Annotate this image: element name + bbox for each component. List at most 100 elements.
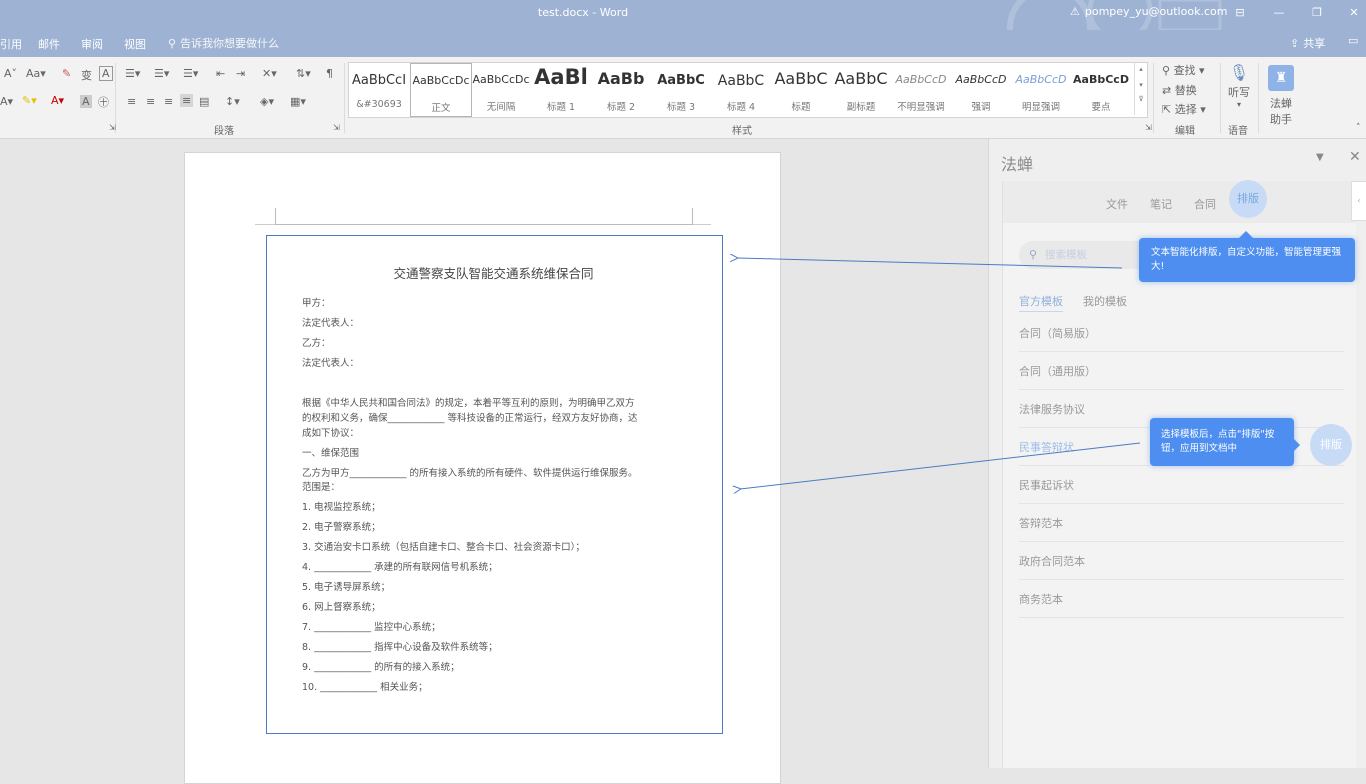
- ribbon: A˅ Aa▾ ✎ 变 A A▾ ✎▾ A▾ A ㊉ ☰▾ ☰▾ ☰▾ ⇤ ⇥ ✕…: [0, 57, 1366, 139]
- line-spacing-icon[interactable]: ↕▾: [225, 95, 240, 108]
- align-center-icon[interactable]: ≡: [146, 95, 155, 108]
- font-dialog-launcher-icon[interactable]: ⇲: [109, 123, 116, 132]
- collapse-ribbon-icon[interactable]: ˄: [1356, 123, 1361, 133]
- style-name: 标题 1: [546, 102, 576, 113]
- document-area[interactable]: 交通警察支队智能交通系统维保合同 甲方： 法定代表人： 乙方： 法定代表人： 根…: [0, 139, 988, 784]
- styles-dialog-launcher-icon[interactable]: ⇲: [1145, 123, 1152, 132]
- phonetic-guide-icon[interactable]: 变: [81, 67, 92, 83]
- borders-icon[interactable]: ▦▾: [290, 95, 306, 108]
- style-item[interactable]: AaBbCcD 不明显强调: [891, 63, 951, 115]
- styles-gallery[interactable]: AaBbCcI &#30693 AaBbCcDc 正文 AaBbCcDc 无间隔…: [348, 62, 1148, 118]
- ribbon-display-options-icon[interactable]: ⊟: [1229, 4, 1251, 22]
- align-right-icon[interactable]: ≡: [164, 95, 173, 108]
- clear-formatting-icon[interactable]: ✎: [62, 67, 71, 80]
- dictate-button[interactable]: 🎙 听写 ▾: [1226, 63, 1252, 109]
- replace-button[interactable]: ⇄ 替换: [1162, 82, 1197, 98]
- justify-icon[interactable]: ≡: [180, 94, 194, 107]
- apply-layout-button[interactable]: 排版: [1310, 424, 1352, 466]
- paragraph-dialog-launcher-icon[interactable]: ⇲: [333, 123, 340, 132]
- style-item[interactable]: AaBbCcDc 无间隔: [471, 63, 531, 115]
- pane-nav-layout[interactable]: 排版: [1229, 180, 1267, 218]
- shrink-font-icon[interactable]: A˅: [4, 67, 17, 80]
- enclose-characters-icon[interactable]: ㊉: [98, 94, 109, 110]
- chinese-layout-icon[interactable]: ✕▾: [262, 67, 277, 80]
- style-name: 标题: [791, 102, 811, 113]
- align-left-icon[interactable]: ≡: [127, 95, 136, 108]
- tab-official-templates[interactable]: 官方模板: [1019, 293, 1063, 312]
- paragraph-group-label: 段落: [214, 126, 234, 137]
- style-item[interactable]: AaBb 标题 2: [591, 63, 651, 115]
- document-page[interactable]: 交通警察支队智能交通系统维保合同 甲方： 法定代表人： 乙方： 法定代表人： 根…: [184, 152, 781, 784]
- tab-review[interactable]: 审阅: [81, 36, 103, 52]
- change-case-button[interactable]: Aa▾: [26, 67, 46, 80]
- voice-group-label: 语音: [1228, 126, 1248, 137]
- numbering-icon[interactable]: ☰▾: [154, 67, 169, 80]
- style-sample: AaBbCcDc: [472, 73, 530, 86]
- highlight-icon[interactable]: ✎▾: [22, 94, 37, 107]
- template-item[interactable]: 合同（简易版）: [1019, 325, 1344, 352]
- template-item[interactable]: 合同（通用版）: [1019, 363, 1344, 390]
- increase-indent-icon[interactable]: ⇥: [236, 67, 245, 80]
- style-item[interactable]: AaBbCcI &#30693: [349, 63, 409, 115]
- pane-options-icon[interactable]: ▼: [1316, 152, 1324, 163]
- decrease-indent-icon[interactable]: ⇤: [216, 67, 225, 80]
- styles-group-label: 样式: [732, 126, 752, 137]
- template-item[interactable]: 答辩范本: [1019, 515, 1344, 542]
- style-name: 不明显强调: [897, 102, 945, 113]
- fachan-assistant-button[interactable]: ♜ 法蝉 助手: [1264, 65, 1298, 127]
- tab-mailings[interactable]: 邮件: [38, 36, 60, 52]
- shading-icon[interactable]: ◈▾: [260, 95, 274, 108]
- tab-references[interactable]: 引用: [0, 36, 22, 52]
- template-item[interactable]: 商务范本: [1019, 591, 1344, 618]
- share-icon: ⇪: [1290, 36, 1300, 50]
- comment-icon[interactable]: ▭: [1348, 34, 1358, 47]
- template-item[interactable]: 民事起诉状: [1019, 477, 1344, 504]
- header-region[interactable]: [275, 208, 693, 225]
- style-item[interactable]: AaBbC 标题 3: [651, 63, 711, 115]
- restore-button[interactable]: ❐: [1306, 4, 1328, 22]
- style-sample: AaBbC: [717, 73, 765, 89]
- style-item[interactable]: AaBbCcD 强调: [951, 63, 1011, 115]
- account-area[interactable]: ⚠ pompey_yu@outlook.com: [1070, 5, 1227, 18]
- style-item[interactable]: AaBbCcD 明显强调: [1011, 63, 1071, 115]
- doc-line: 法定代表人：: [302, 318, 360, 329]
- style-item[interactable]: AaBbCcD 要点: [1071, 63, 1131, 115]
- character-shading-icon[interactable]: A: [80, 95, 92, 108]
- pane-nav-file[interactable]: 文件: [1106, 196, 1128, 212]
- style-name: 强调: [971, 102, 991, 113]
- template-item[interactable]: 政府合同范本: [1019, 553, 1344, 580]
- style-item[interactable]: AaBbC 副标题: [831, 63, 891, 115]
- callout-arrow: [1239, 231, 1253, 238]
- multilevel-list-icon[interactable]: ☰▾: [183, 67, 198, 80]
- pane-nav-contract[interactable]: 合同: [1194, 196, 1216, 212]
- show-marks-icon[interactable]: ¶: [326, 67, 333, 80]
- doc-line: 6. 网上督察系统；: [302, 602, 381, 613]
- styles-scroller[interactable]: ▴ ▾ ⊽: [1134, 63, 1147, 115]
- style-item[interactable]: AaBl 标题 1: [531, 63, 591, 115]
- character-border-icon[interactable]: A: [99, 66, 113, 81]
- cursor-icon: ⇱: [1162, 103, 1172, 116]
- share-button[interactable]: ⇪ 共享: [1290, 35, 1325, 51]
- font-color-button[interactable]: A▾: [51, 94, 64, 107]
- sort-icon[interactable]: ⇅▾: [296, 67, 311, 80]
- find-button[interactable]: ⚲ 查找 ▾: [1162, 62, 1205, 78]
- close-icon[interactable]: ✕: [1349, 149, 1361, 165]
- scroll-up-icon[interactable]: ▴: [1135, 65, 1147, 73]
- more-styles-icon[interactable]: ⊽: [1135, 95, 1147, 103]
- pane-nav-notes[interactable]: 笔记: [1150, 196, 1172, 212]
- tab-view[interactable]: 视图: [124, 36, 146, 52]
- style-item[interactable]: AaBbC 标题 4: [711, 63, 771, 115]
- scroll-down-icon[interactable]: ▾: [1135, 81, 1147, 89]
- select-button[interactable]: ⇱ 选择 ▾: [1162, 101, 1206, 117]
- document-title: 交通警察支队智能交通系统维保合同: [393, 266, 594, 281]
- tab-my-templates[interactable]: 我的模板: [1083, 293, 1127, 309]
- style-item-selected[interactable]: AaBbCcDc 正文: [410, 63, 472, 117]
- close-window-button[interactable]: ✕: [1343, 4, 1365, 22]
- distributed-icon[interactable]: ▤: [199, 95, 209, 108]
- style-item[interactable]: AaBbC 标题: [771, 63, 831, 115]
- minimize-button[interactable]: —: [1268, 4, 1290, 22]
- text-effects-icon[interactable]: A▾: [0, 95, 13, 108]
- pane-collapse-tab[interactable]: ‹: [1351, 181, 1366, 221]
- bullets-icon[interactable]: ☰▾: [125, 67, 140, 80]
- tell-me-box[interactable]: ⚲ 告诉我你想要做什么: [168, 35, 279, 51]
